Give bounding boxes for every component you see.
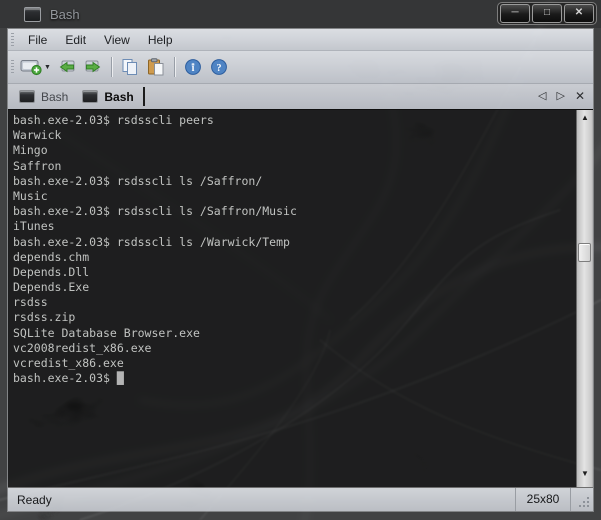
caption-buttons: ─ □ ✕ [497,2,597,25]
svg-text:?: ? [216,63,221,74]
copy-button[interactable] [118,54,142,80]
terminal-output: bash.exe-2.03$ rsdsscli peers Warwick Mi… [13,113,573,386]
terminal-line: rsdss [13,295,573,310]
close-button[interactable]: ✕ [564,4,594,23]
toolbar: ▼ [8,51,593,84]
console-app-icon [24,7,41,22]
terminal-line: depends.chm [13,250,573,265]
terminal-cursor: █ [117,371,124,385]
status-text: Ready [17,493,515,507]
toolbar-separator [111,57,112,77]
svg-text:i: i [192,63,195,74]
maximize-button[interactable]: □ [532,4,562,23]
terminal-screen[interactable]: bash.exe-2.03$ rsdsscli peers Warwick Mi… [8,110,593,487]
terminal-line: vcredist_x86.exe [13,356,573,371]
minimize-button[interactable]: ─ [500,4,530,23]
toolbar-separator [174,57,175,77]
terminal-line: bash.exe-2.03$ rsdsscli ls /Saffron/Musi… [13,204,573,219]
green-arrow-left-icon [57,59,77,75]
green-arrow-left-button[interactable] [55,54,79,80]
status-bar: Ready 25x80 [8,487,593,511]
new-console-dropdown-button[interactable]: ▼ [44,64,51,71]
green-arrow-right-icon [83,59,103,75]
titlebar[interactable]: Bash ─ □ ✕ [0,0,601,28]
terminal-line: Depends.Exe [13,280,573,295]
terminal-prompt: bash.exe-2.03$ [13,371,117,385]
paste-clipboard-icon [146,58,166,76]
console-tab-icon [82,90,98,103]
menu-view[interactable]: View [95,32,139,48]
terminal-line: Mingo [13,143,573,158]
terminal-line: vc2008redist_x86.exe [13,341,573,356]
monitor-plus-icon [20,58,44,76]
info-circle-icon: i [184,58,202,76]
paste-button[interactable] [144,54,168,80]
terminal-line: iTunes [13,219,573,234]
terminal-line: bash.exe-2.03$ rsdsscli peers [13,113,573,128]
help-circle-icon: ? [210,58,228,76]
scroll-down-arrow-icon[interactable]: ▼ [577,469,593,478]
terminal-size-indicator: 25x80 [515,488,571,511]
console-window: Bash ─ □ ✕ File Edit View Help [0,0,601,520]
window-content-frame: File Edit View Help ▼ [7,28,594,512]
console-tab-icon [19,90,35,103]
window-title: Bash [50,7,80,22]
resize-grip[interactable] [571,488,593,511]
scrollbar-thumb[interactable] [578,243,591,262]
tab-label: Bash [104,90,133,104]
terminal-line: SQLite Database Browser.exe [13,326,573,341]
scroll-tabs-left-icon[interactable]: ◁ [533,84,551,109]
terminal-line: Depends.Dll [13,265,573,280]
terminal-line: bash.exe-2.03$ rsdsscli ls /Saffron/ [13,174,573,189]
menu-help[interactable]: Help [139,32,182,48]
terminal-scrollbar[interactable]: ▲ ▼ [576,110,593,487]
tab-bar: Bash Bash ◁ ▷ ✕ [8,84,593,110]
new-console-button[interactable] [20,54,44,80]
menubar-grip[interactable] [11,33,14,47]
about-button[interactable]: i [181,54,205,80]
tab-bash-2-active[interactable]: Bash [75,84,140,109]
active-tab-divider [143,87,145,106]
help-button[interactable]: ? [207,54,231,80]
scroll-up-arrow-icon[interactable]: ▲ [577,113,593,122]
toolbar-grip[interactable] [11,60,14,74]
terminal-line: Music [13,189,573,204]
tab-bash-1[interactable]: Bash [12,84,75,109]
close-tab-icon[interactable]: ✕ [570,84,593,109]
menubar: File Edit View Help [8,29,593,51]
scroll-tabs-right-icon[interactable]: ▷ [551,84,569,109]
terminal-prompt-line: bash.exe-2.03$ █ [13,371,573,386]
terminal-line: Saffron [13,159,573,174]
terminal-line: rsdss.zip [13,310,573,325]
menu-edit[interactable]: Edit [56,32,95,48]
terminal-line: bash.exe-2.03$ rsdsscli ls /Warwick/Temp [13,235,573,250]
green-arrow-right-button[interactable] [81,54,105,80]
copy-pages-icon [120,58,140,76]
tab-label: Bash [41,90,68,104]
resize-grip-icon [579,497,590,508]
menu-file[interactable]: File [19,32,56,48]
terminal-line: Warwick [13,128,573,143]
